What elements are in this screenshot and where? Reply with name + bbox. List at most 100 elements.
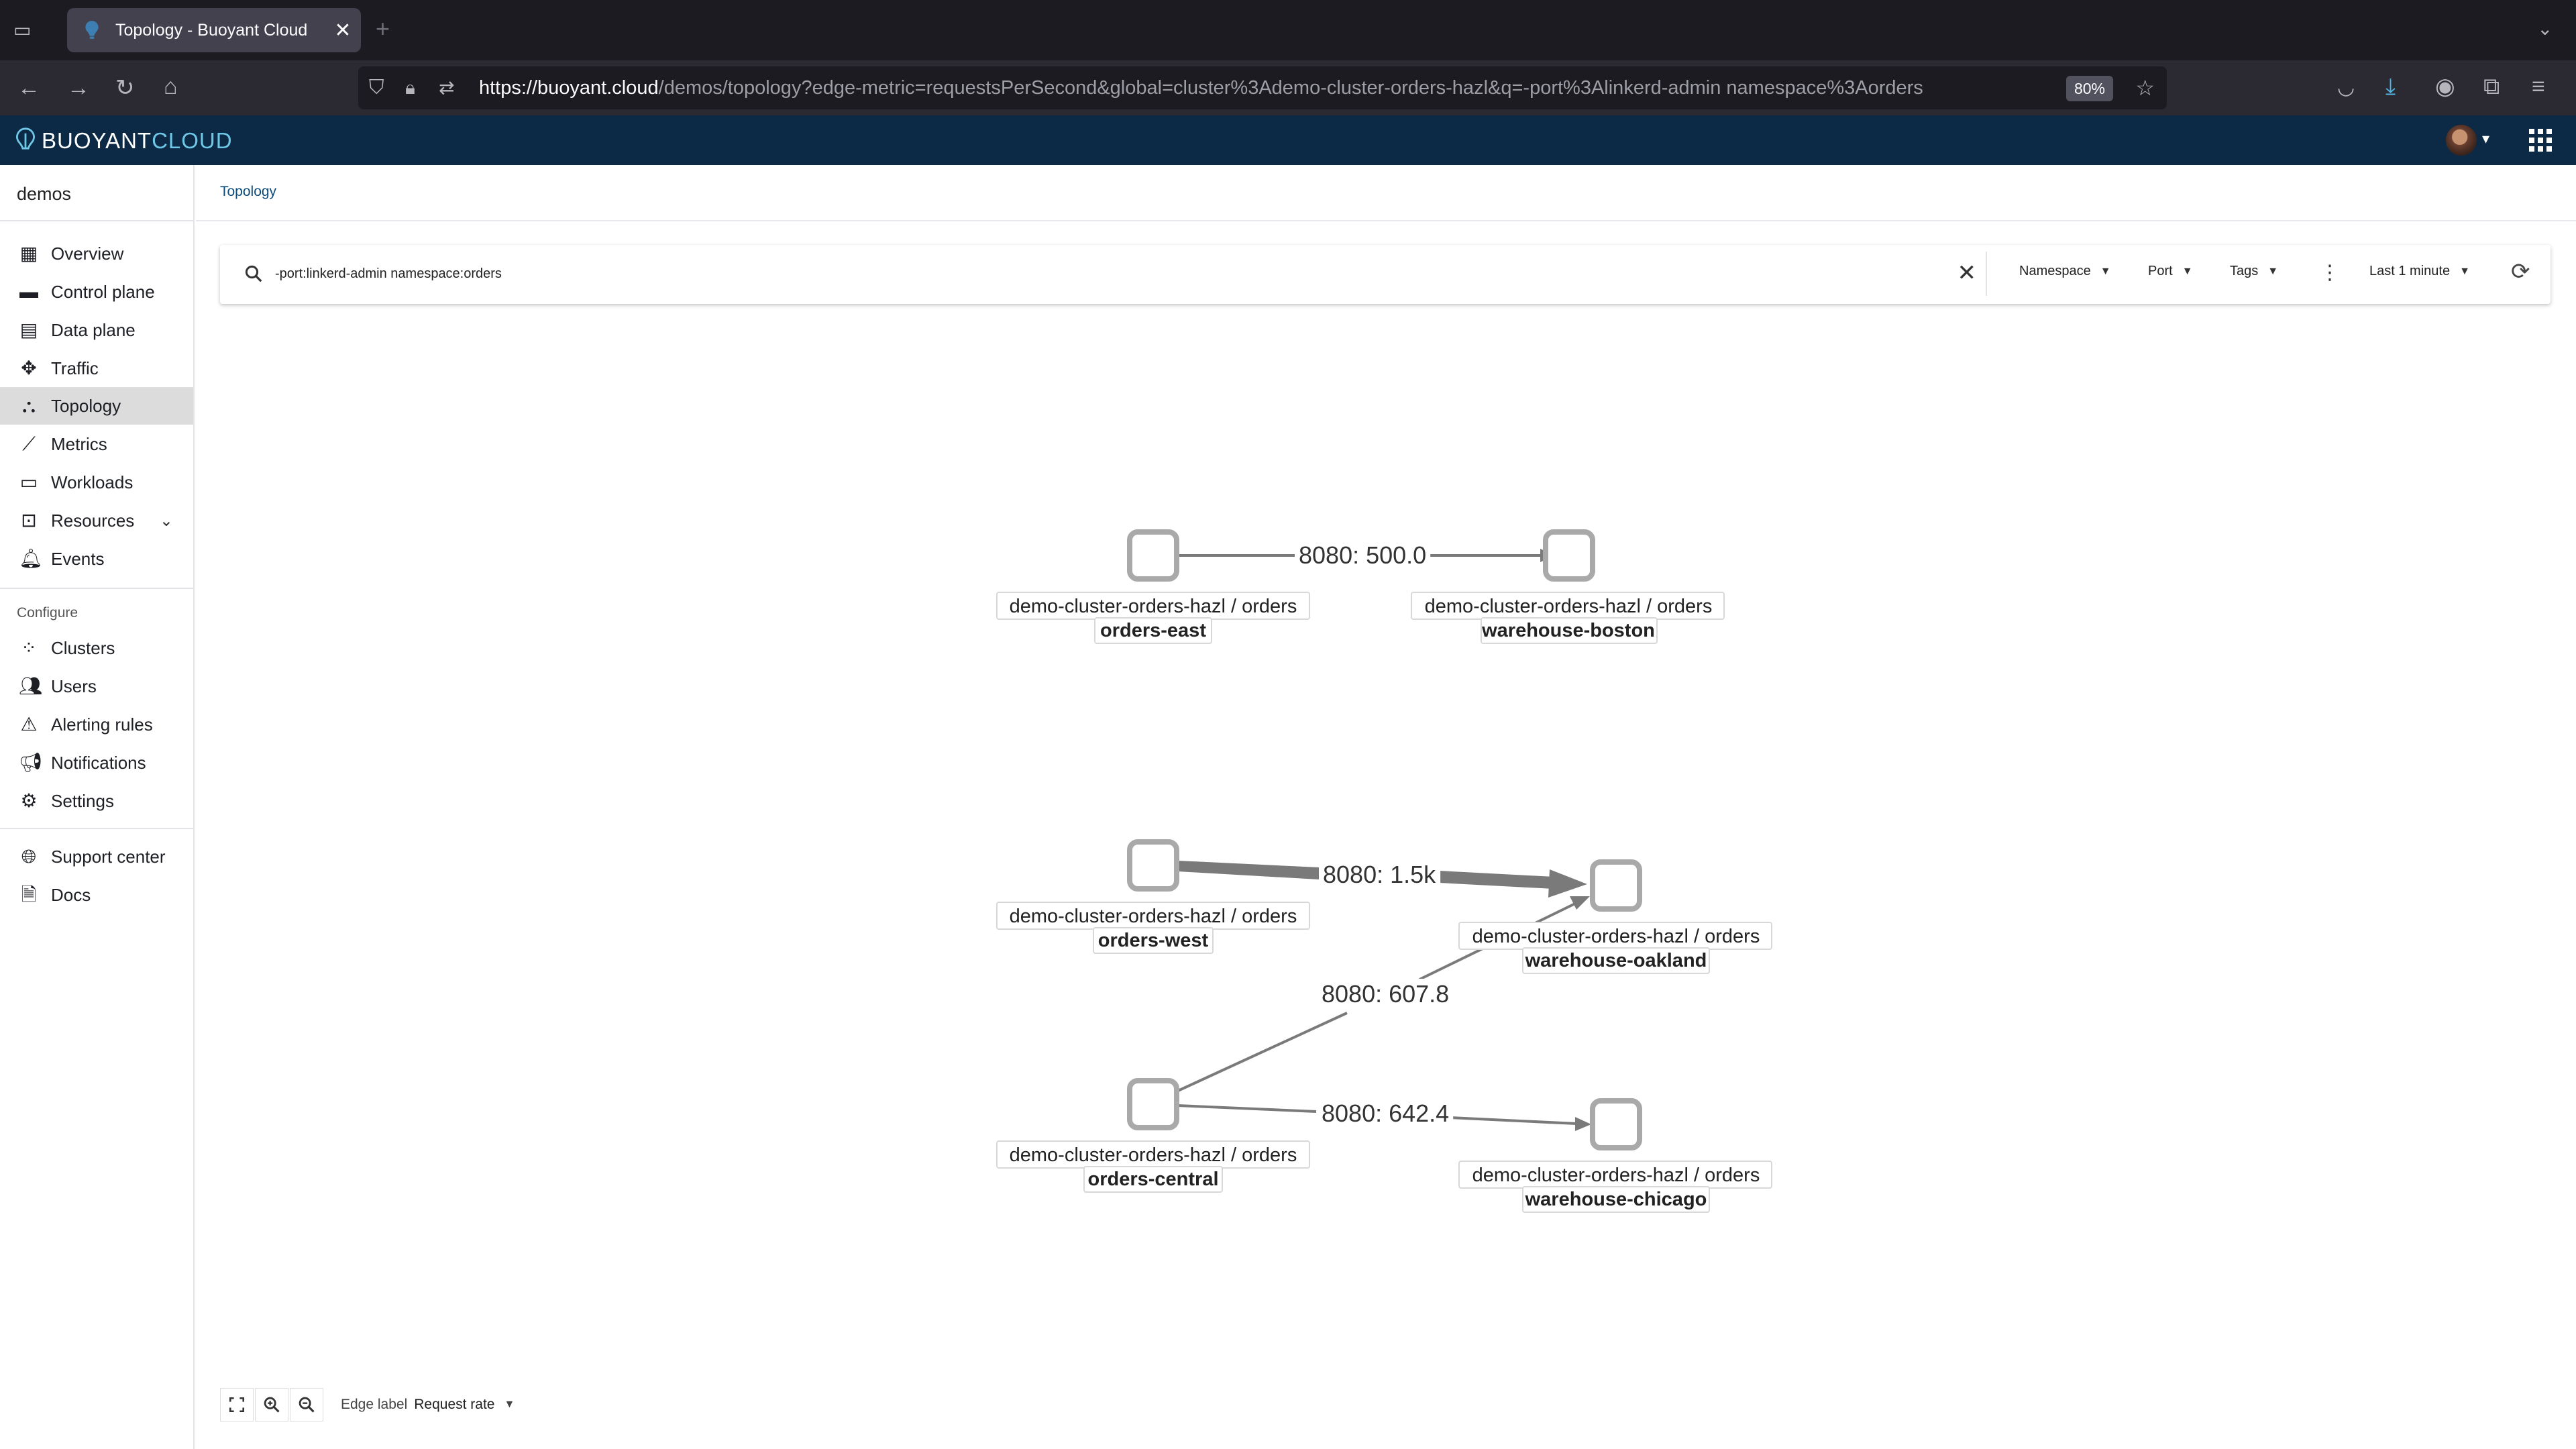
pocket-icon[interactable]: ◡ xyxy=(2337,76,2355,99)
avatar[interactable] xyxy=(2446,125,2477,156)
node-name-label: warehouse-boston xyxy=(1481,620,1655,641)
sidebar-item-overview[interactable]: ▦ Overview xyxy=(0,235,193,272)
sidebar-item-label: Control plane xyxy=(51,281,155,302)
buoyant-favicon-icon xyxy=(85,21,99,39)
sidebar-item-traffic[interactable]: ✥ Traffic xyxy=(0,350,193,387)
more-options-icon[interactable]: ⋮ xyxy=(2320,260,2340,286)
graph-node-orders-west[interactable]: demo-cluster-orders-hazl / orders orders… xyxy=(996,839,1310,954)
graph-node-warehouse-boston[interactable]: demo-cluster-orders-hazl / orders wareho… xyxy=(1411,529,1725,644)
graph-node-box[interactable] xyxy=(1543,529,1595,582)
bookmark-star-icon[interactable]: ☆ xyxy=(2135,76,2155,99)
tab-overview-icon[interactable]: ▭ xyxy=(13,19,31,42)
graph-edge-label[interactable]: 8080: 500.0 xyxy=(1299,541,1426,569)
graph-node-box[interactable] xyxy=(1127,1078,1179,1130)
port-dropdown-label: Port xyxy=(2148,264,2173,278)
clear-search-icon[interactable]: ✕ xyxy=(1957,260,1977,286)
chevron-down-icon[interactable]: ⌄ xyxy=(160,511,173,531)
tracking-shield-icon[interactable]: ⛉ xyxy=(369,76,384,99)
sidebar-divider xyxy=(0,588,195,589)
sidebar-item-label: Docs xyxy=(51,884,91,905)
browser-tab-active[interactable]: Topology - Buoyant Cloud ✕ xyxy=(67,8,361,52)
sidebar-item-metrics[interactable]: ⟋ Metrics xyxy=(0,425,193,463)
node-name-label: orders-central xyxy=(1087,1169,1218,1190)
sidebar-item-control-plane[interactable]: ▬ Control plane xyxy=(0,273,193,311)
sidebar-item-clusters[interactable]: ⁘ Clusters xyxy=(0,629,193,667)
downloads-icon[interactable]: ⤓ xyxy=(2385,75,2396,98)
configure-section-label: Configure xyxy=(17,605,78,621)
graph-node-orders-central[interactable]: demo-cluster-orders-hazl / orders orders… xyxy=(996,1078,1310,1193)
graph-edge-label[interactable]: 8080: 1.5k xyxy=(1323,861,1436,888)
graph-edge-label[interactable]: 8080: 607.8 xyxy=(1322,980,1449,1008)
dashboard-icon: ▦ xyxy=(19,243,38,264)
sidebar-item-data-plane[interactable]: ▤ Data plane xyxy=(0,311,193,349)
globe-icon: 🌐︎ xyxy=(21,846,37,867)
graph-node-box[interactable] xyxy=(1127,529,1179,582)
graph-edge[interactable] xyxy=(1177,1104,1317,1113)
graph-node-box[interactable] xyxy=(1127,839,1179,892)
permissions-icon[interactable]: ⇄ xyxy=(439,76,454,99)
graph-edge[interactable] xyxy=(1450,1116,1577,1125)
filter-bar: ✕ Namespace ▼ Port ▼ Tags ▼ ⋮ Last 1 minute… xyxy=(220,245,2551,304)
sidebar-item-label: Users xyxy=(51,676,97,696)
tab-close-icon[interactable]: ✕ xyxy=(325,19,361,42)
graph-node-box[interactable] xyxy=(1590,1098,1642,1150)
apps-grid-icon[interactable] xyxy=(2529,129,2552,152)
traffic-icon: ✥ xyxy=(21,358,37,378)
sidebar-divider xyxy=(0,828,195,829)
menu-icon[interactable]: ≡ xyxy=(2532,75,2545,98)
browser-nav-bar: ← → ↻ ⌂ ⛉ 🔒︎ ⇄ https://buoyant.cloud/dem… xyxy=(0,60,2576,115)
zoom-out-icon[interactable] xyxy=(290,1388,323,1421)
list-all-tabs-icon[interactable]: ⌄ xyxy=(2537,17,2553,40)
forward-icon[interactable]: → xyxy=(67,76,90,99)
buoyant-logo-icon xyxy=(16,127,35,150)
extensions-icon[interactable]: ⧉ xyxy=(2483,75,2500,98)
sidebar-item-docs[interactable]: 🗎︎ Docs xyxy=(0,876,193,914)
sidebar-item-users[interactable]: 👥︎ Users xyxy=(0,667,193,705)
refresh-icon[interactable]: ⟳ xyxy=(2511,258,2530,285)
sidebar-item-label: Workloads xyxy=(51,472,133,492)
app-header: BUOYANT CLOUD ▾ xyxy=(0,115,2576,165)
new-tab-icon[interactable]: + xyxy=(376,17,390,41)
port-dropdown[interactable]: Port ▼ xyxy=(2148,264,2193,279)
graph-node-box[interactable] xyxy=(1590,859,1642,912)
sidebar-item-alerting-rules[interactable]: ⚠︎ Alerting rules xyxy=(0,706,193,743)
graph-node-orders-east[interactable]: demo-cluster-orders-hazl / orders orders… xyxy=(996,529,1310,644)
sidebar-item-settings[interactable]: ⚙︎ Settings xyxy=(0,782,193,820)
sidebar-item-workloads[interactable]: ▭ Workloads xyxy=(0,464,193,501)
namespace-dropdown[interactable]: Namespace ▼ xyxy=(2019,264,2111,279)
namespace-dropdown-label: Namespace xyxy=(2019,264,2091,278)
zoom-badge[interactable]: 80% xyxy=(2065,76,2113,101)
time-range-dropdown[interactable]: Last 1 minute ▼ xyxy=(2369,264,2470,279)
avatar-caret-icon[interactable]: ▾ xyxy=(2482,130,2489,148)
graph-edge[interactable] xyxy=(1440,871,1554,889)
search-box: ✕ xyxy=(227,252,1987,296)
lock-icon[interactable]: 🔒︎ xyxy=(405,76,415,99)
graph-node-warehouse-chicago[interactable]: demo-cluster-orders-hazl / orders wareho… xyxy=(1458,1098,1772,1213)
url-host: https://buoyant.cloud xyxy=(479,76,659,99)
sidebar-item-notifications[interactable]: 📢︎ Notifications xyxy=(0,744,193,782)
sidebar-item-label: Data plane xyxy=(51,319,136,340)
tags-dropdown[interactable]: Tags ▼ xyxy=(2230,264,2278,279)
sidebar-item-label: Settings xyxy=(51,790,114,811)
url-bar[interactable]: ⛉ 🔒︎ ⇄ https://buoyant.cloud/demos/topol… xyxy=(358,66,2167,109)
back-icon[interactable]: ← xyxy=(17,76,40,99)
sidebar-item-support-center[interactable]: 🌐︎ Support center xyxy=(0,838,193,875)
sidebar-item-topology[interactable]: ⛬ Topology xyxy=(0,387,193,425)
home-icon[interactable]: ⌂ xyxy=(164,75,178,98)
org-name[interactable]: demos xyxy=(17,184,71,205)
graph-edge-label[interactable]: 8080: 642.4 xyxy=(1322,1099,1449,1127)
buoyant-cloud-logo[interactable]: BUOYANT CLOUD xyxy=(16,127,233,154)
sidebar-item-resources[interactable]: ⊡ Resources ⌄ xyxy=(0,502,193,539)
sidebar-item-label: Overview xyxy=(51,243,124,264)
account-icon[interactable]: ◉ xyxy=(2435,75,2455,98)
reload-icon[interactable]: ↻ xyxy=(115,76,135,99)
edge-label-dropdown[interactable]: Edge label Request rate ▼ xyxy=(341,1397,515,1413)
graph-edge[interactable] xyxy=(1178,861,1319,879)
breadcrumb[interactable]: Topology xyxy=(220,184,276,200)
sidebar-item-events[interactable]: 🔔︎ Events xyxy=(0,540,193,578)
zoom-in-icon[interactable] xyxy=(255,1388,288,1421)
doc-icon: 🗎︎ xyxy=(21,884,37,905)
search-input[interactable] xyxy=(275,266,1925,282)
graph-edge[interactable] xyxy=(1177,1012,1348,1092)
fit-to-screen-icon[interactable] xyxy=(220,1388,254,1421)
